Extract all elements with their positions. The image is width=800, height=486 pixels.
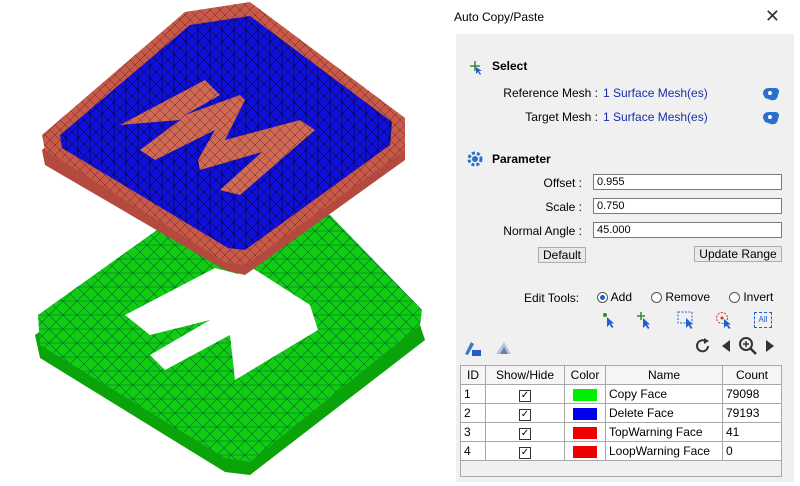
color-swatch[interactable] [573,445,597,458]
radio-invert[interactable]: Invert [729,290,773,304]
visibility-checkbox[interactable]: ✓ [519,389,531,402]
update-range-button[interactable]: Update Range [694,246,782,262]
offset-input[interactable]: 0.955 [593,174,782,190]
row-count: 79193 [722,403,782,423]
select-point-icon[interactable] [601,311,619,329]
scale-label: Scale : [545,200,582,214]
row-color-cell [564,384,606,404]
row-color-cell [564,441,606,461]
scale-input[interactable]: 0.750 [593,198,782,214]
mesh-render [35,2,425,475]
previous-icon[interactable] [719,338,733,354]
row-name: Delete Face [605,403,723,423]
column-header-count[interactable]: Count [722,365,782,385]
table-row[interactable]: 4 ✓ LoopWarning Face 0 [460,441,782,461]
blue-red-tray [42,2,405,275]
row-count: 0 [722,441,782,461]
mesh-viewport[interactable] [0,0,446,486]
row-count: 79098 [722,384,782,404]
offset-label: Offset : [543,176,582,190]
pick-reference-icon[interactable] [761,84,781,102]
normal-angle-input[interactable]: 45.000 [593,222,782,238]
default-button[interactable]: Default [538,247,586,263]
table-row[interactable]: 1 ✓ Copy Face 79098 [460,384,782,404]
radio-add-label: Add [610,290,633,304]
color-swatch[interactable] [573,407,597,420]
box-select-icon[interactable] [677,311,697,329]
color-swatch[interactable] [573,388,597,401]
radio-invert-label: Invert [743,290,774,304]
normal-angle-label: Normal Angle : [503,224,582,238]
column-header-color[interactable]: Color [564,365,606,385]
gear-icon [467,151,483,167]
select-all-icon[interactable]: All [754,312,772,328]
paint-tool-icon[interactable] [462,338,484,358]
color-swatch[interactable] [573,426,597,439]
reference-mesh-value[interactable]: 1 Surface Mesh(es) [603,86,708,100]
row-name: TopWarning Face [605,422,723,442]
dialog-titlebar: Auto Copy/Paste ✕ [446,0,800,34]
table-header-row: ID Show/Hide Color Name Count [460,365,782,385]
column-header-id[interactable]: ID [460,365,486,385]
target-mesh-label: Target Mesh : [525,110,598,124]
eraser-tool-icon[interactable] [493,338,515,358]
visibility-checkbox[interactable]: ✓ [519,446,531,459]
brush-select-icon[interactable] [715,311,735,329]
dialog-body: Select Reference Mesh : 1 Surface Mesh(e… [456,34,794,482]
refresh-icon[interactable] [694,337,712,355]
next-icon[interactable] [763,338,777,354]
radio-remove[interactable]: Remove [651,290,710,304]
row-id: 2 [460,403,486,423]
row-visibility-cell: ✓ [485,422,565,442]
column-header-name[interactable]: Name [605,365,723,385]
parameter-heading: Parameter [492,152,551,166]
table-row[interactable]: 2 ✓ Delete Face 79193 [460,403,782,423]
row-visibility-cell: ✓ [485,441,565,461]
close-icon[interactable]: ✕ [765,6,780,26]
reference-mesh-label: Reference Mesh : [503,86,598,100]
target-mesh-value[interactable]: 1 Surface Mesh(es) [603,110,708,124]
table-row[interactable]: 3 ✓ TopWarning Face 41 [460,422,782,442]
visibility-checkbox[interactable]: ✓ [519,427,531,440]
row-id: 4 [460,441,486,461]
edit-tools-label: Edit Tools: [524,291,580,305]
radio-add[interactable]: Add [597,290,632,304]
dialog-title: Auto Copy/Paste [454,10,545,24]
row-id: 1 [460,384,486,404]
row-color-cell [564,403,606,423]
pick-target-icon[interactable] [761,108,781,126]
zoom-in-icon[interactable] [738,336,758,356]
face-table: ID Show/Hide Color Name Count 1 ✓ Copy F… [460,365,782,461]
row-visibility-cell: ✓ [485,403,565,423]
visibility-checkbox[interactable]: ✓ [519,408,531,421]
row-name: LoopWarning Face [605,441,723,461]
radio-invert-indicator[interactable] [729,292,740,303]
row-name: Copy Face [605,384,723,404]
radio-remove-label: Remove [665,290,711,304]
column-header-show-hide[interactable]: Show/Hide [485,365,565,385]
select-section-icon [470,61,482,75]
row-visibility-cell: ✓ [485,384,565,404]
radio-remove-indicator[interactable] [651,292,662,303]
row-color-cell [564,422,606,442]
row-count: 41 [722,422,782,442]
select-heading: Select [492,59,528,73]
radio-add-indicator[interactable] [597,292,608,303]
select-cross-icon[interactable] [636,311,654,329]
row-id: 3 [460,422,486,442]
auto-copy-paste-dialog: Auto Copy/Paste ✕ Select Reference Mesh … [446,0,800,486]
